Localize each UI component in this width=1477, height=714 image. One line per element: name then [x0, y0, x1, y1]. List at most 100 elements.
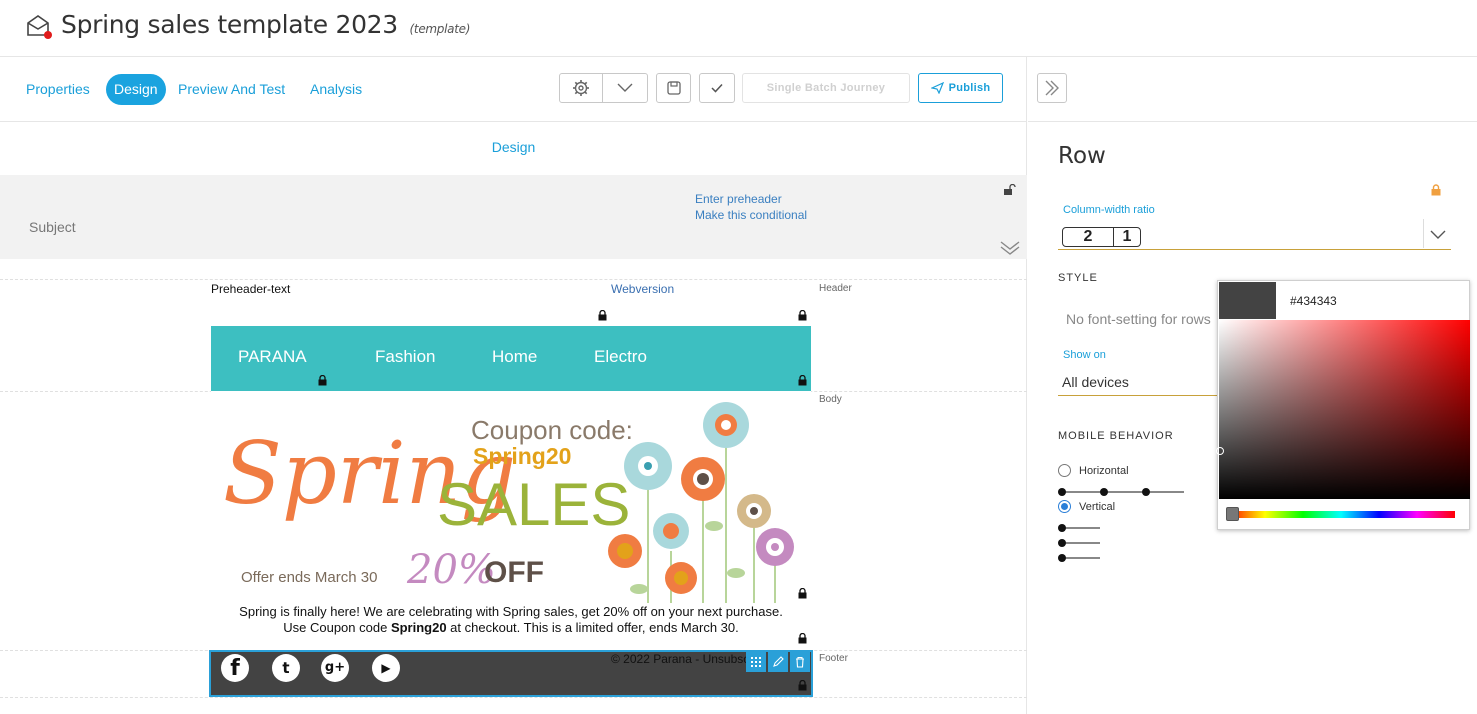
- facebook-icon[interactable]: f: [221, 654, 249, 682]
- drag-handle-icon[interactable]: [746, 652, 766, 672]
- template-name: Spring sales template 2023: [61, 10, 398, 39]
- edit-pencil-icon[interactable]: [768, 652, 788, 672]
- nav-electro[interactable]: Electro: [594, 347, 647, 367]
- tab-analysis[interactable]: Analysis: [302, 74, 370, 105]
- mobile-behavior-heading: MOBILE BEHAVIOR: [1058, 430, 1174, 442]
- validate-button[interactable]: [699, 73, 735, 103]
- vertical-layout-illustration: [1058, 524, 1100, 562]
- saturation-value-area[interactable]: [1216, 320, 1470, 499]
- row-divider: [0, 279, 1027, 280]
- style-heading: STYLE: [1058, 272, 1098, 284]
- envelope-alert-icon: [27, 15, 52, 39]
- vertical-label: Vertical: [1079, 501, 1116, 513]
- check-icon: [711, 83, 723, 93]
- webversion-link[interactable]: Webversion: [611, 282, 674, 296]
- single-batch-journey-label: Single Batch Journey: [766, 82, 886, 94]
- tab-design[interactable]: Design: [106, 74, 166, 105]
- title-bar: Spring sales template 2023 (template): [0, 0, 1477, 57]
- make-conditional-link[interactable]: Make this conditional: [695, 208, 807, 222]
- banner-sales-text: SALES: [437, 471, 630, 538]
- unlock-icon[interactable]: [1003, 184, 1017, 196]
- lock-icon: [798, 680, 807, 691]
- body-section-label: Body: [819, 394, 842, 405]
- tab-properties[interactable]: Properties: [18, 74, 98, 105]
- preheader-text[interactable]: Preheader-text: [211, 282, 290, 296]
- hex-input[interactable]: #434343: [1290, 294, 1337, 308]
- show-on-label: Show on: [1063, 349, 1106, 361]
- lock-icon: [798, 633, 807, 644]
- banner-coupon-label: Coupon code:: [471, 415, 633, 445]
- trash-icon[interactable]: [790, 652, 810, 672]
- banner-coupon-code: Spring20: [473, 443, 571, 469]
- chevron-down-icon: [617, 83, 633, 92]
- publish-label: Publish: [948, 82, 991, 94]
- save-button[interactable]: [656, 73, 691, 103]
- color-picker-popup[interactable]: #434343: [1216, 280, 1470, 530]
- color-swatch: [1219, 282, 1276, 319]
- email-footer-row[interactable]: f t g+ ▶ © 2022 Parana - Unsubsc: [209, 650, 813, 697]
- footer-copyright: © 2022 Parana - Unsubsc: [611, 652, 750, 666]
- banner-percent-text: 20%: [406, 547, 496, 593]
- ratio-value-left: 2: [1063, 228, 1114, 246]
- double-chevron-right-icon: [1045, 80, 1059, 96]
- spring-sales-banner[interactable]: Spring Coupon code: Spring20 SALES 20% O…: [211, 391, 811, 603]
- lock-icon: [798, 588, 807, 599]
- column-ratio-select[interactable]: 2 1: [1062, 227, 1141, 247]
- body-text-block[interactable]: Spring is finally here! We are celebrati…: [211, 604, 811, 636]
- lock-icon[interactable]: [1431, 184, 1441, 196]
- horizontal-layout-illustration: [1058, 488, 1184, 496]
- subject-area: Subject Enter preheader Make this condit…: [0, 175, 1027, 259]
- dropdown-separator: [1423, 219, 1424, 248]
- saturation-cursor[interactable]: [1216, 447, 1224, 455]
- body-text-line2: Use Coupon code Spring20 at checkout. Th…: [211, 620, 811, 636]
- save-icon: [666, 81, 681, 95]
- single-batch-journey-button[interactable]: Single Batch Journey: [742, 73, 910, 103]
- settings-dropdown-button[interactable]: [602, 73, 648, 103]
- lock-icon: [798, 375, 807, 386]
- hue-slider-handle[interactable]: [1226, 507, 1239, 521]
- subject-field[interactable]: Subject: [29, 219, 76, 235]
- twitter-icon[interactable]: t: [272, 654, 300, 682]
- page-title: Spring sales template 2023 (template): [61, 10, 470, 39]
- collapse-panel-button[interactable]: [1037, 73, 1067, 103]
- chevron-down-icon[interactable]: [1430, 230, 1446, 240]
- double-chevron-down-icon[interactable]: [1000, 240, 1020, 256]
- body-text-line2-post: at checkout. This is a limited offer, en…: [446, 620, 739, 635]
- publish-button[interactable]: Publish: [918, 73, 1003, 103]
- gear-icon: [573, 80, 589, 96]
- horizontal-label: Horizontal: [1079, 465, 1129, 477]
- banner-off-text: OFF: [484, 556, 544, 589]
- banner-artwork: Spring Coupon code: Spring20 SALES 20% O…: [223, 402, 794, 603]
- lock-icon: [318, 375, 327, 386]
- panel-title: Row: [1058, 143, 1106, 169]
- youtube-icon[interactable]: ▶: [372, 654, 400, 682]
- no-font-setting-text: No font-setting for rows: [1066, 311, 1211, 327]
- email-navbar: PARANA Fashion Home Electro: [211, 326, 811, 391]
- panel-divider: [1028, 121, 1477, 122]
- coupon-code-bold: Spring20: [390, 620, 447, 635]
- flowers-illustration: [608, 402, 794, 603]
- banner-offer-ends: Offer ends March 30: [241, 569, 377, 586]
- lock-icon: [798, 310, 807, 321]
- nav-parana[interactable]: PARANA: [238, 347, 307, 367]
- horizontal-radio[interactable]: [1058, 464, 1071, 477]
- google-plus-icon[interactable]: g+: [321, 654, 349, 682]
- ratio-value-right: 1: [1122, 228, 1132, 245]
- hue-slider[interactable]: [1227, 511, 1455, 518]
- tab-preview-and-test[interactable]: Preview And Test: [170, 74, 293, 105]
- settings-button[interactable]: [559, 73, 603, 103]
- paper-plane-icon: [930, 82, 944, 94]
- column-ratio-label: Column-width ratio: [1063, 204, 1155, 216]
- column-ratio-underline: [1058, 249, 1451, 250]
- header-section-label: Header: [819, 283, 852, 294]
- enter-preheader-link[interactable]: Enter preheader: [695, 192, 782, 206]
- vertical-radio[interactable]: [1058, 500, 1071, 513]
- lock-icon: [598, 310, 607, 321]
- show-on-select[interactable]: All devices: [1062, 374, 1129, 390]
- nav-home[interactable]: Home: [492, 347, 537, 367]
- row-divider: [0, 697, 1027, 698]
- design-section-title: Design: [491, 139, 536, 155]
- body-text-line1: Spring is finally here! We are celebrati…: [239, 604, 783, 619]
- footer-section-label: Footer: [819, 653, 848, 664]
- nav-fashion[interactable]: Fashion: [375, 347, 435, 367]
